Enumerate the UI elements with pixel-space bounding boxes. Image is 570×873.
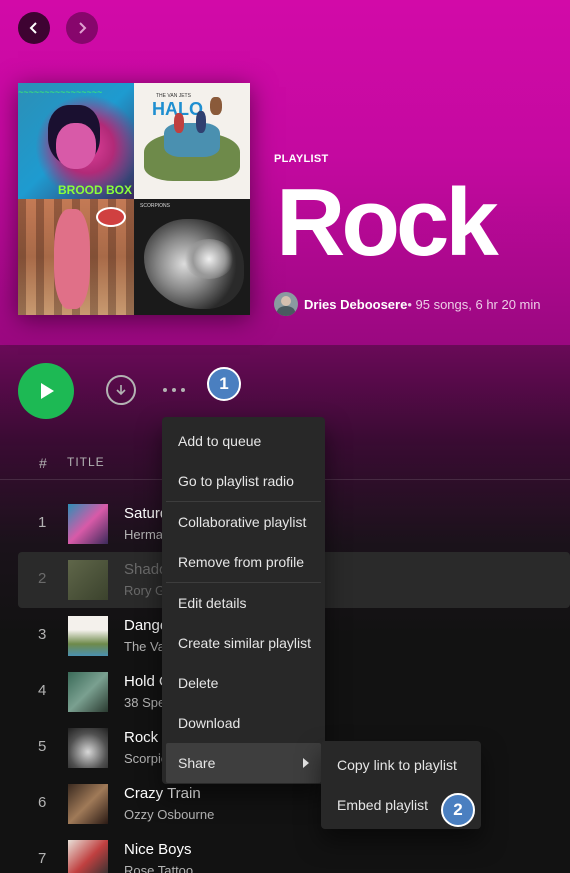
- download-arrow-icon: [116, 385, 126, 396]
- track-number: 2: [38, 570, 47, 587]
- menu-item-add-to-queue[interactable]: Add to queue: [166, 421, 321, 461]
- track-album-art: [68, 672, 108, 712]
- avatar[interactable]: [274, 292, 298, 316]
- owner-link[interactable]: Dries Deboosere: [304, 297, 407, 312]
- track-name[interactable]: Nice Boys: [124, 841, 192, 858]
- dot-icon: [181, 388, 185, 392]
- track-album-art: [68, 728, 108, 768]
- track-number: 4: [38, 682, 47, 699]
- track-name[interactable]: Crazy Train: [124, 785, 201, 802]
- forward-button[interactable]: [66, 12, 98, 44]
- track-album-art: [68, 616, 108, 656]
- menu-item-copy-link[interactable]: Copy link to playlist: [325, 745, 477, 785]
- playlist-context-menu: Add to queue Go to playlist radio Collab…: [162, 417, 325, 784]
- chevron-right-icon: [79, 22, 87, 34]
- track-number: 1: [38, 514, 47, 531]
- column-title[interactable]: TITLE: [67, 455, 105, 469]
- play-button[interactable]: [18, 363, 74, 419]
- menu-item-share-label: Share: [178, 755, 216, 771]
- playlist-meta: Dries Deboosere • 95 songs, 6 hr 20 min: [274, 292, 541, 316]
- track-number: 7: [38, 850, 47, 867]
- cover-tile-halo: THE VAN JETS HALO: [134, 83, 250, 199]
- scorpions-text: SCORPIONS: [140, 203, 171, 209]
- download-button[interactable]: [106, 375, 136, 405]
- menu-item-remove-from-profile[interactable]: Remove from profile: [166, 542, 321, 582]
- menu-item-collaborative[interactable]: Collaborative playlist: [166, 502, 321, 542]
- menu-item-edit-details[interactable]: Edit details: [166, 583, 321, 623]
- track-number: 5: [38, 738, 47, 755]
- playlist-type-label: PLAYLIST: [274, 153, 329, 165]
- track-number: 3: [38, 626, 47, 643]
- step-badge-1: 1: [207, 367, 241, 401]
- track-artist[interactable]: Ozzy Osbourne: [124, 807, 214, 822]
- chevron-left-icon: [29, 22, 37, 34]
- menu-item-create-similar[interactable]: Create similar playlist: [166, 623, 321, 663]
- cover-tile-brood-box: ~~~~~~~~~~~~~~~~ BROOD BOX: [18, 83, 134, 199]
- track-row[interactable]: 6 Crazy Train Ozzy Osbourne: [18, 776, 570, 832]
- menu-item-playlist-radio[interactable]: Go to playlist radio: [166, 461, 321, 501]
- more-options-button[interactable]: [163, 380, 193, 400]
- playlist-title: Rock: [276, 169, 499, 276]
- track-album-art: [68, 504, 108, 544]
- track-album-art: [68, 784, 108, 824]
- back-button[interactable]: [18, 12, 50, 44]
- track-album-art: [68, 560, 108, 600]
- column-number: #: [39, 455, 48, 471]
- cover-tile-wild-eyed: [18, 199, 134, 315]
- brood-box-text: BROOD BOX: [58, 183, 133, 197]
- menu-item-delete[interactable]: Delete: [166, 663, 321, 703]
- track-row[interactable]: 7 Nice Boys Rose Tattoo: [18, 832, 570, 873]
- menu-item-share[interactable]: Share: [166, 743, 321, 783]
- dot-icon: [163, 388, 167, 392]
- cover-tile-scorpions: SCORPIONS: [134, 199, 250, 315]
- track-number: 6: [38, 794, 47, 811]
- step-badge-2: 2: [441, 793, 475, 827]
- track-artist[interactable]: Rose Tattoo: [124, 863, 193, 873]
- playlist-cover: ~~~~~~~~~~~~~~~~ BROOD BOX THE VAN JETS …: [18, 83, 250, 315]
- playlist-info: • 95 songs, 6 hr 20 min: [407, 296, 541, 312]
- menu-item-download[interactable]: Download: [166, 703, 321, 743]
- track-album-art: [68, 840, 108, 873]
- dot-icon: [172, 388, 176, 392]
- caret-right-icon: [303, 758, 309, 768]
- play-icon: [41, 383, 54, 399]
